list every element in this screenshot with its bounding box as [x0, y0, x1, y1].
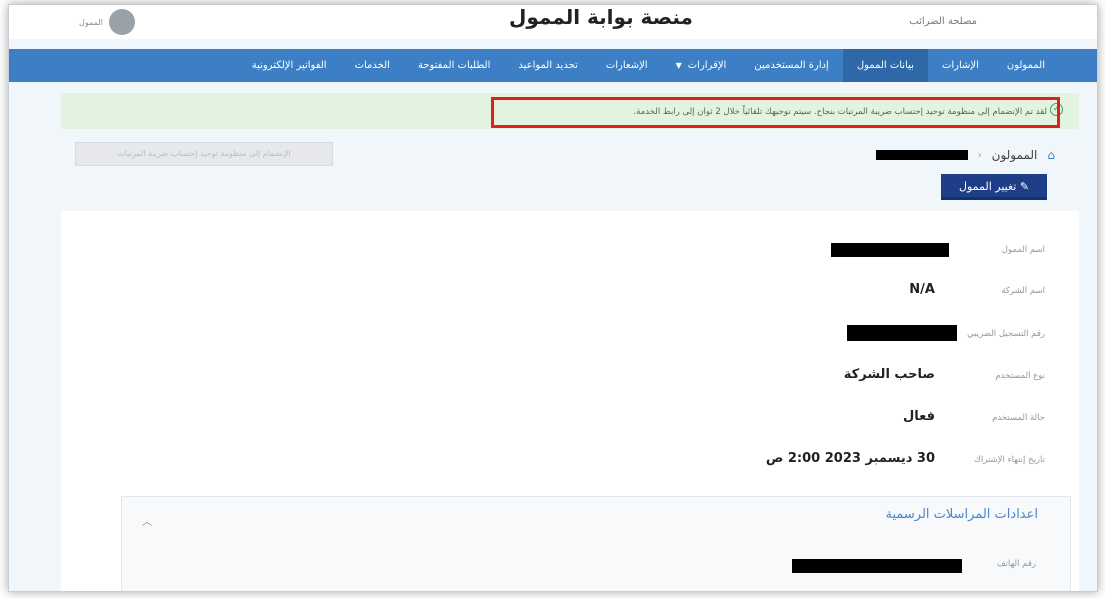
nav-item-e-invoices[interactable]: الفواتير الإلكترونية	[238, 49, 341, 82]
breadcrumb-home[interactable]: الممولون	[992, 148, 1038, 162]
taxpayer-name-label: اسم الممول	[1001, 245, 1045, 255]
phone-label: رقم الهاتف	[996, 559, 1036, 569]
company-name-value: N/A	[909, 282, 935, 297]
nav-item-taxpayer-data[interactable]: بيانات الممول	[842, 49, 928, 82]
user-profile[interactable]: الممول	[79, 9, 135, 35]
subscription-end-value: 30 ديسمبر 2023 2:00 ص	[765, 451, 935, 466]
detail-row-subscription-end: تاريخ إنتهاء الإشتراك 30 ديسمبر 2023 2:0…	[61, 451, 1079, 471]
pencil-icon: ✎	[1019, 180, 1030, 193]
detail-row-user-status: حالة المستخدم فعال	[61, 409, 1079, 429]
nav-item-returns[interactable]: الإقرارات▼	[662, 49, 741, 82]
subscription-end-label: تاريخ إنتهاء الإشتراك	[973, 455, 1045, 465]
page-title: منصة بوابة الممول	[509, 5, 693, 29]
user-status-label: حالة المستخدم	[992, 413, 1045, 423]
breadcrumb: ⌂ الممولون ‹	[875, 148, 1055, 162]
detail-row-company: اسم الشركة N/A	[61, 282, 1079, 302]
chevron-up-icon[interactable]: ︿	[142, 513, 152, 528]
nav-item-signals[interactable]: الإشارات	[928, 49, 993, 82]
chevron-left-icon: ‹	[977, 149, 982, 161]
detail-row-tax-reg: رقم التسجيل الضريبي	[61, 325, 1079, 345]
authority-label: مصلحة الضرائب	[909, 16, 977, 27]
nav-item-notifications[interactable]: الإشعارات	[592, 49, 662, 82]
alert-message: لقد تم الإنضمام إلى منظومة توحيد إحتساب …	[491, 97, 1060, 128]
nav-item-open-requests[interactable]: الطلبات المفتوحة	[404, 49, 504, 82]
correspondence-settings-section[interactable]: ︿ اعدادات المراسلات الرسمية رقم الهاتف	[121, 496, 1071, 591]
company-name-label: اسم الشركة	[1001, 286, 1045, 296]
nav-item-appointments[interactable]: تحديد المواعيد	[504, 49, 591, 82]
taxpayer-details-card: اسم الممول اسم الشركة N/A رقم التسجيل ال…	[61, 211, 1079, 591]
main-nav: الممولون الإشارات بيانات الممول إدارة ال…	[9, 49, 1097, 82]
change-taxpayer-label: تغيير الممول	[958, 180, 1017, 193]
profile-text: الممول	[79, 17, 103, 27]
change-taxpayer-button[interactable]: ✎ تغيير الممول	[941, 174, 1047, 200]
top-header: الممول منصة بوابة الممول مصلحة الضرائب	[9, 5, 1097, 39]
tax-registration-label: رقم التسجيل الضريبي	[967, 329, 1045, 339]
app-window: الممول منصة بوابة الممول مصلحة الضرائب ا…	[8, 4, 1098, 592]
breadcrumb-current-redacted	[875, 150, 968, 160]
taxpayer-name-redacted	[831, 243, 949, 257]
nav-item-user-management[interactable]: إدارة المستخدمين	[740, 49, 843, 82]
join-payroll-tax-button[interactable]: الإنضمام إلى منظومة توحيد إحتساب ضريبة ا…	[75, 142, 333, 166]
tax-registration-redacted	[847, 325, 957, 341]
detail-row-user-type: نوع المستخدم صاحب الشركة	[61, 367, 1079, 387]
home-icon[interactable]: ⌂	[1047, 148, 1055, 162]
nav-item-services[interactable]: الخدمات	[341, 49, 404, 82]
phone-redacted	[792, 559, 962, 573]
nav-item-taxpayers[interactable]: الممولون	[993, 49, 1059, 82]
user-status-value: فعال	[902, 409, 935, 424]
correspondence-settings-title: اعدادات المراسلات الرسمية	[885, 507, 1038, 522]
user-type-label: نوع المستخدم	[995, 371, 1045, 381]
user-type-value: صاحب الشركة	[843, 367, 935, 382]
avatar[interactable]	[108, 9, 135, 35]
chevron-down-icon: ▼	[675, 61, 682, 70]
detail-row-name: اسم الممول	[61, 241, 1079, 261]
